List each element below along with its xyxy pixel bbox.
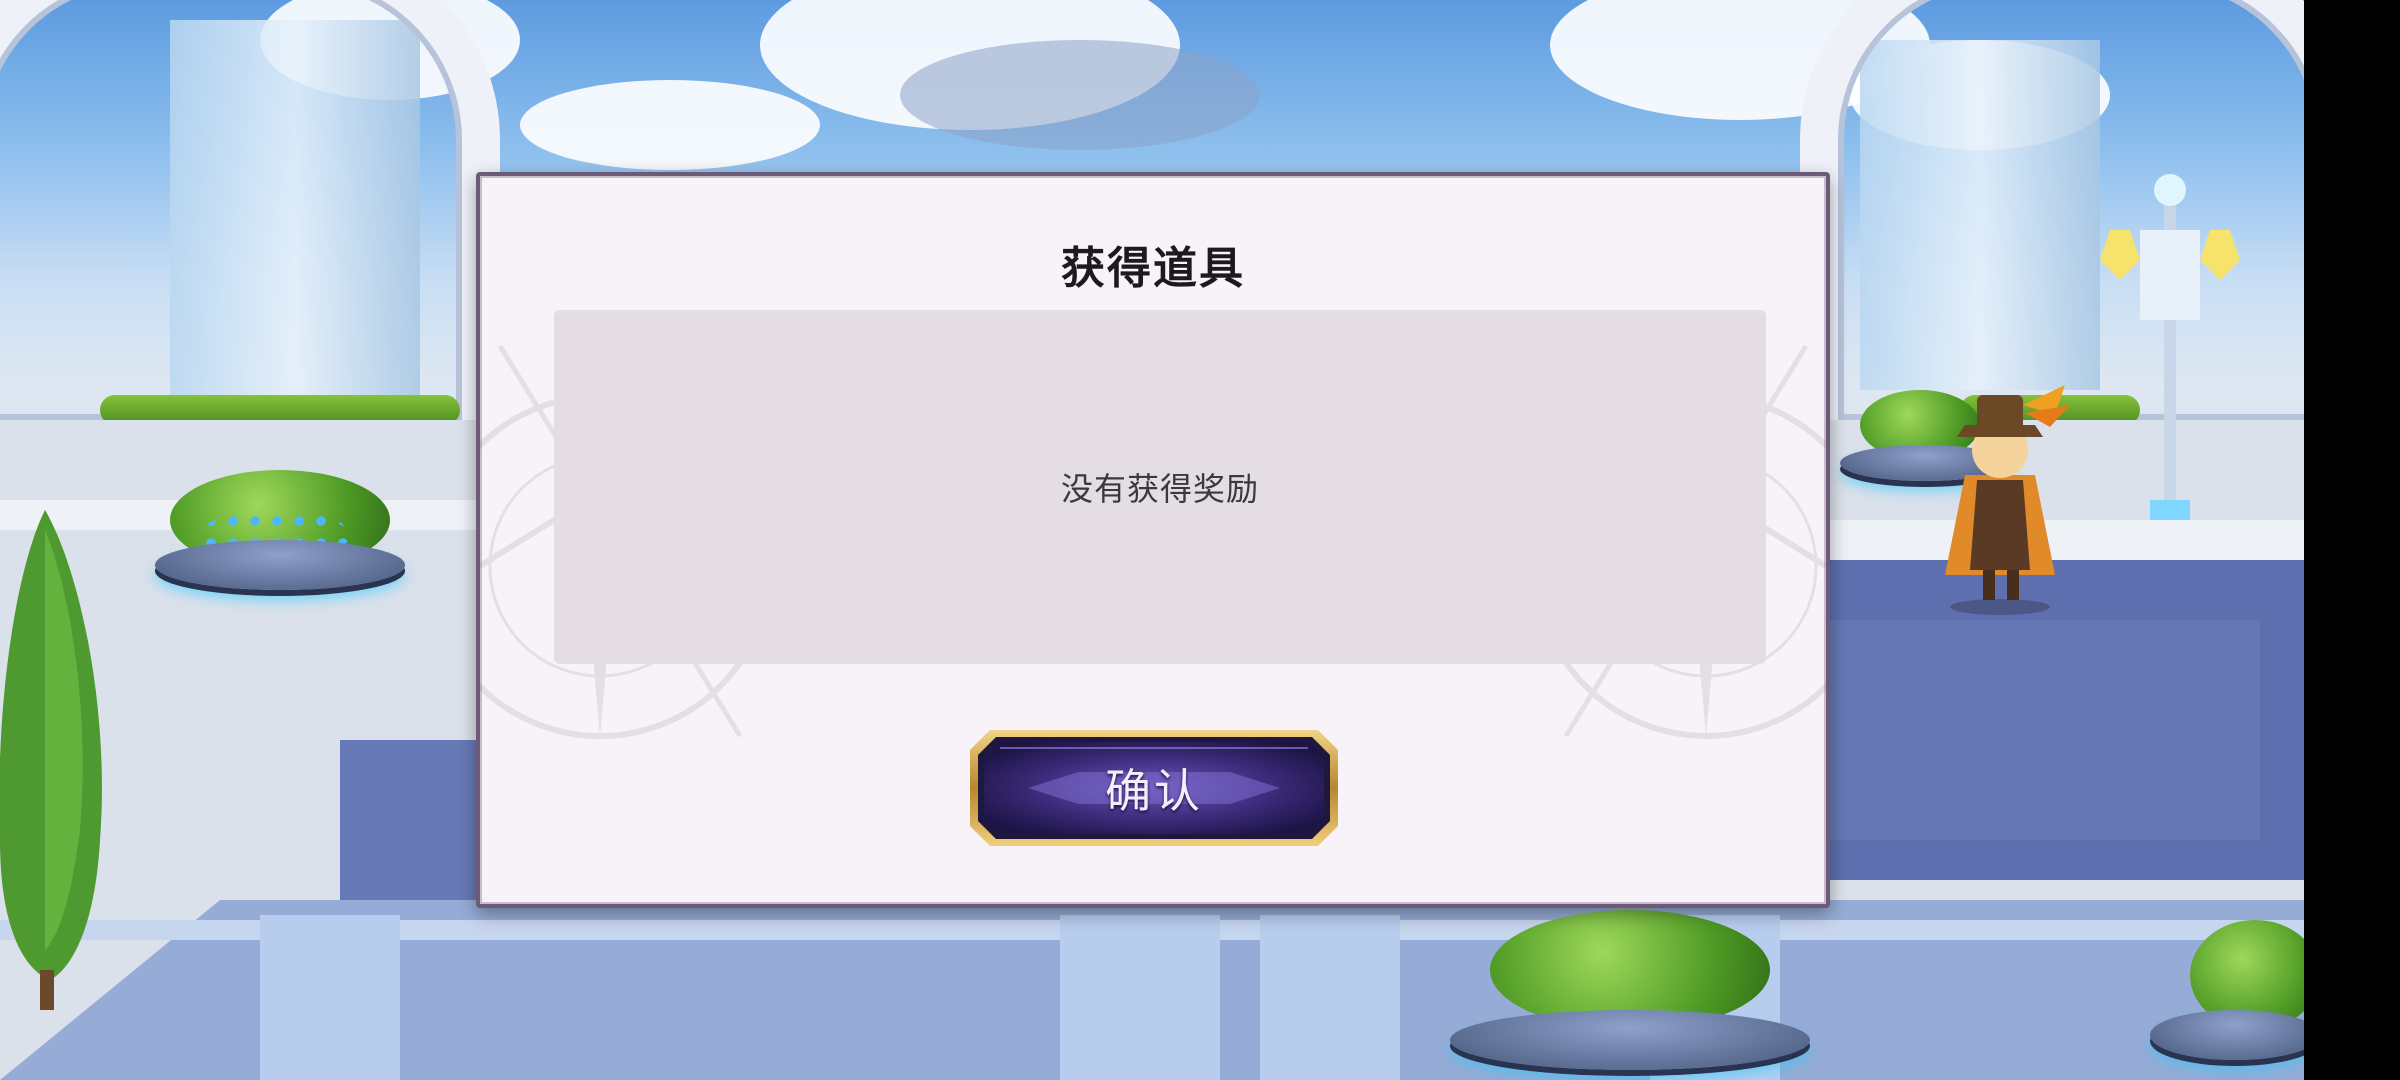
reward-list-area: 没有获得奖励 [554, 310, 1766, 664]
floor-stripe [1260, 915, 1400, 1080]
dialog-title: 获得道具 [1061, 243, 1245, 294]
confirm-button[interactable]: 确认 [968, 728, 1340, 848]
planter-bowl [155, 540, 405, 590]
floor-stripe [260, 915, 400, 1080]
empty-reward-message: 没有获得奖励 [1060, 470, 1259, 508]
street-lamp [2100, 174, 2240, 520]
flower-planter [150, 460, 410, 620]
flower-planter [1450, 900, 1810, 1080]
planter-bowl [1450, 1010, 1810, 1070]
confirm-button-label: 确认 [1105, 764, 1203, 818]
floor-stripe [1060, 915, 1220, 1080]
item-obtained-dialog: 获得道具 没有获得奖励 确认 [476, 172, 1830, 908]
planter-bowl [2150, 1010, 2304, 1060]
cloud [520, 80, 820, 170]
character-sprite[interactable] [1925, 385, 2075, 615]
white-arch [0, 0, 500, 420]
cloud-shadow [900, 40, 1260, 150]
cypress-tree [0, 510, 102, 1010]
screen-letterbox [2304, 0, 2400, 1080]
flower-planter [2150, 920, 2304, 1080]
